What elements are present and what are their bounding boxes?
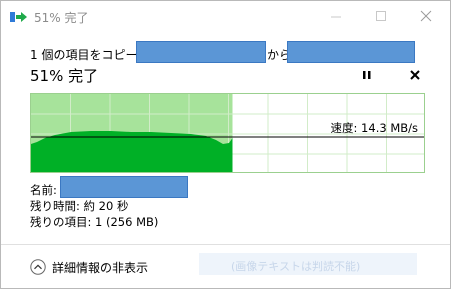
speed-label: 速度: 14.3 MB/s — [330, 121, 418, 135]
items-remaining-value: 1 (256 MB) — [95, 215, 159, 229]
name-label: 名前: — [30, 183, 57, 197]
window-close-button[interactable] — [404, 1, 448, 32]
file-name-redacted[interactable] — [60, 176, 188, 198]
items-remaining-row: 残りの項目: 1 (256 MB) — [30, 214, 158, 230]
pause-icon[interactable] — [357, 65, 377, 85]
copy-progress-window: 51% 完了 1 個の項目をコピー中: から 51% 完了 速度: 14.3 M… — [0, 0, 451, 289]
close-icon[interactable] — [405, 65, 425, 85]
time-remaining-label: 残り時間: — [30, 199, 80, 213]
time-remaining-value: 約 20 秒 — [83, 199, 129, 213]
title-bar[interactable]: 51% 完了 — [1, 1, 450, 32]
time-remaining-row: 残り時間: 約 20 秒 — [30, 198, 128, 214]
minimize-button[interactable] — [314, 1, 358, 32]
toggle-details-button[interactable]: 詳細情報の非表示 — [30, 257, 148, 277]
chevron-up-circle-icon — [30, 259, 46, 275]
transfer-speed-graph: 速度: 14.3 MB/s — [30, 93, 425, 173]
progress-title: 51% 完了 — [30, 67, 99, 85]
toggle-details-label: 詳細情報の非表示 — [52, 260, 149, 275]
items-remaining-label: 残りの項目: — [30, 215, 92, 229]
faded-footer-text: (画像テキストは判読不能) — [231, 260, 361, 273]
name-row: 名前: — [30, 182, 57, 198]
copy-arrow-icon — [10, 12, 27, 22]
copy-description: 1 個の項目をコピー中: — [30, 48, 154, 62]
destination-redacted[interactable] — [287, 41, 415, 63]
source-redacted[interactable] — [136, 41, 266, 63]
window-title: 51% 完了 — [34, 11, 89, 25]
maximize-button[interactable] — [359, 1, 403, 32]
